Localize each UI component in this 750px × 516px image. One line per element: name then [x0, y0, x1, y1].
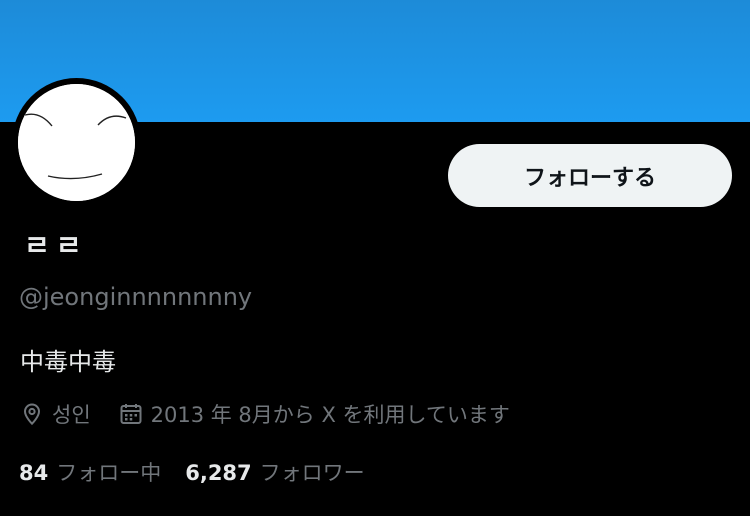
location-pin-icon [20, 402, 44, 426]
joined-text: 2013 年 8月から X を利用しています [150, 403, 510, 427]
following-count: 84 [19, 461, 49, 485]
avatar-drawing [18, 84, 135, 201]
following-label: フォロー中 [56, 461, 162, 485]
profile-meta: 성인 2013 年 8月から X を利用しています [20, 398, 510, 430]
followers-count: 6,287 [185, 461, 252, 485]
profile-page: フォローする ㄹㄹ @jeonginnnnnnnny 中毒中毒 성인 2013 … [0, 0, 750, 516]
followers-label: フォロワー [259, 461, 365, 485]
user-handle: @jeonginnnnnnnny [19, 283, 253, 311]
follow-button[interactable]: フォローする [448, 144, 732, 207]
location-item: 성인 [20, 399, 91, 429]
following-link[interactable]: 84 フォロー中 [19, 457, 161, 487]
display-name: ㄹㄹ [24, 229, 88, 262]
location-text: 성인 [52, 403, 91, 427]
calendar-icon [119, 402, 143, 426]
profile-bio: 中毒中毒 [20, 348, 116, 376]
followers-link[interactable]: 6,287 フォロワー [185, 457, 364, 487]
avatar[interactable] [18, 84, 135, 201]
joined-item: 2013 年 8月から X を利用しています [119, 399, 510, 429]
follow-stats: 84 フォロー中 6,287 フォロワー [19, 456, 365, 488]
